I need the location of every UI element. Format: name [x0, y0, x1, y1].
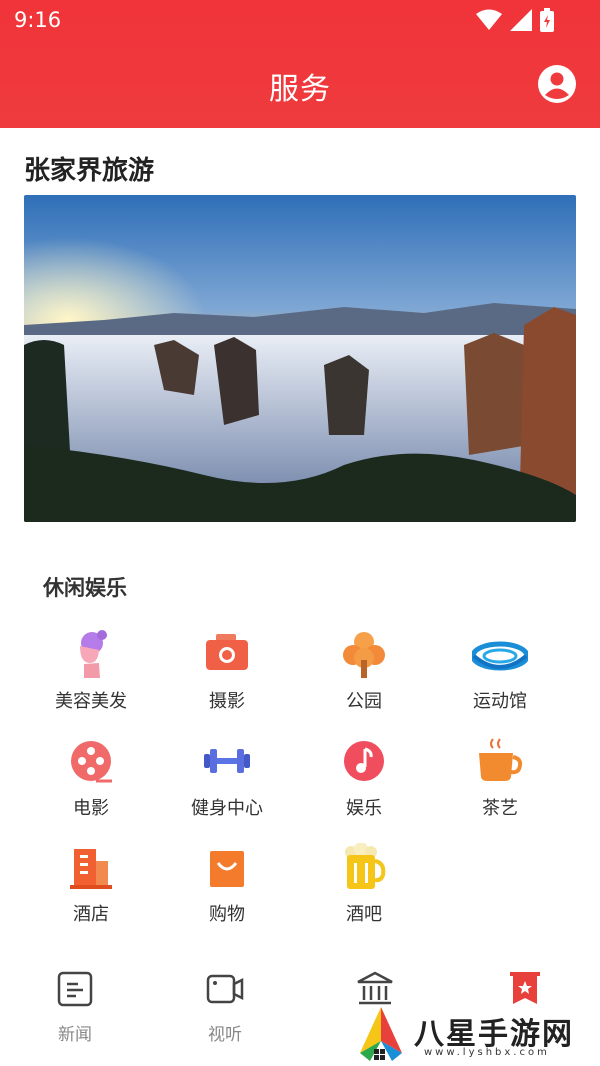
beauty-salon-icon [80, 630, 107, 678]
page-title: 服务 [269, 72, 331, 107]
status-time: 9:16 [14, 8, 62, 32]
dumbbell-icon [204, 749, 250, 773]
destination-title: 张家界旅游 [24, 156, 155, 186]
nav-tab-label: 视听 [208, 1025, 242, 1045]
stadium-icon [472, 641, 528, 671]
leisure-item-label: 购物 [209, 904, 245, 925]
bookmark-star-icon [510, 972, 540, 1004]
leisure-item-label: 美容美发 [55, 691, 127, 712]
camera-icon [206, 634, 248, 670]
destination-banner-image[interactable] [24, 195, 576, 522]
app-header: 9:16 服务 [0, 0, 600, 128]
leisure-item-tea[interactable]: 茶艺 [432, 737, 568, 827]
park-tree-icon [343, 632, 385, 678]
leisure-item-photography[interactable]: 摄影 [159, 630, 295, 720]
watermark-url: www.lyshbx.com [424, 1047, 550, 1058]
leisure-item-movie[interactable]: 电影 [23, 737, 159, 827]
leisure-item-beauty[interactable]: 美容美发 [23, 630, 159, 720]
leisure-item-label: 酒店 [73, 904, 109, 925]
leisure-item-entertainment[interactable]: 娱乐 [296, 737, 432, 827]
music-note-icon [344, 741, 384, 781]
leisure-item-label: 娱乐 [346, 798, 382, 819]
leisure-section-title: 休闲娱乐 [43, 576, 127, 600]
leisure-item-label: 茶艺 [482, 798, 518, 819]
leisure-item-label: 健身中心 [191, 798, 263, 819]
leisure-item-hotel[interactable]: 酒店 [23, 843, 159, 933]
leisure-item-fitness[interactable]: 健身中心 [159, 737, 295, 827]
government-building-icon [357, 971, 393, 1005]
hotel-building-icon [70, 849, 112, 889]
leisure-item-label: 酒吧 [346, 904, 382, 925]
video-camera-icon [206, 974, 244, 1004]
leisure-item-park[interactable]: 公园 [296, 630, 432, 720]
leisure-item-label: 公园 [346, 691, 382, 712]
leisure-item-stadium[interactable]: 运动馆 [432, 630, 568, 720]
news-icon [57, 971, 93, 1007]
leisure-item-label: 摄影 [209, 691, 245, 712]
wifi-icon [476, 9, 502, 30]
beer-mug-icon [345, 843, 386, 889]
leisure-item-bar[interactable]: 酒吧 [296, 843, 432, 933]
signal-icon [510, 9, 532, 31]
leisure-item-label: 运动馆 [473, 691, 527, 712]
site-watermark: 八星手游网 www.lyshbx.com [350, 1005, 595, 1065]
nav-tab-news[interactable]: 新闻 [0, 970, 150, 1050]
leisure-item-shopping[interactable]: 购物 [159, 843, 295, 933]
shopping-bag-icon [210, 851, 244, 887]
battery-icon [540, 8, 554, 32]
status-icons [476, 8, 554, 32]
account-circle-icon[interactable] [538, 65, 576, 103]
film-reel-icon [71, 741, 112, 783]
tea-cup-icon [479, 738, 523, 781]
watermark-logo [360, 1007, 402, 1061]
nav-tab-label: 新闻 [58, 1025, 92, 1045]
nav-tab-video[interactable]: 视听 [150, 970, 300, 1050]
leisure-item-label: 电影 [73, 798, 109, 819]
status-bar: 9:16 [0, 0, 600, 40]
